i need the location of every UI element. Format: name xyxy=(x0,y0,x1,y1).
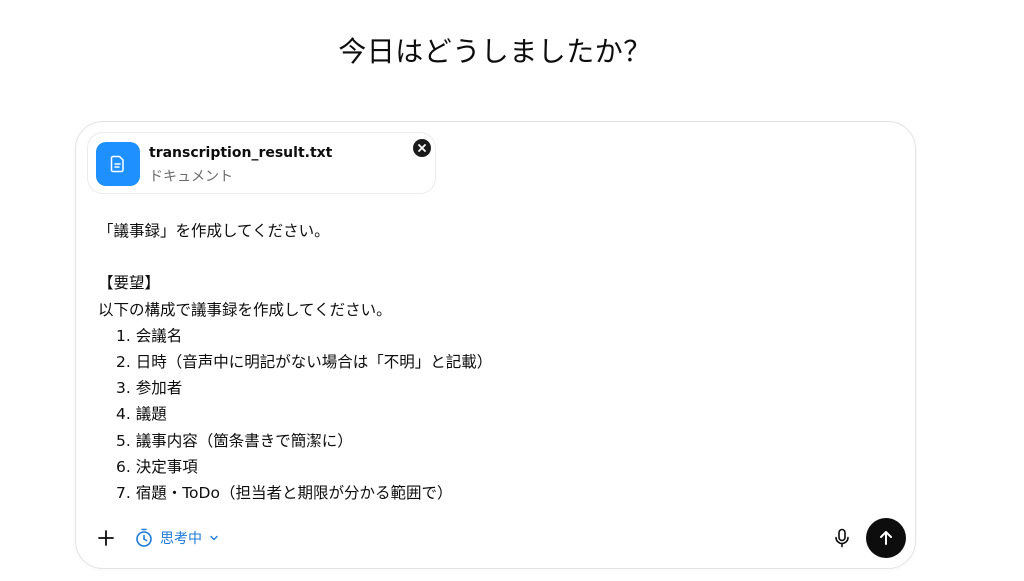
plus-icon xyxy=(98,530,114,546)
prompt-list-item: 2. 日時（音声中に明記がない場合は「不明」と記載） xyxy=(116,352,493,371)
prompt-list-item: 1. 会議名 xyxy=(116,326,183,345)
prompt-list-item: 7. 宿題・ToDo（担当者と期限が分かる範囲で） xyxy=(116,483,453,502)
arrow-up-icon xyxy=(880,531,892,545)
close-icon xyxy=(418,144,426,152)
prompt-list-item: 5. 議事内容（箇条書きで簡潔に） xyxy=(116,431,353,450)
file-attachment[interactable]: transcription_result.txt ドキュメント xyxy=(87,132,436,194)
thinking-mode-button[interactable]: 思考中 xyxy=(134,525,220,551)
timer-icon xyxy=(136,528,152,547)
send-button[interactable] xyxy=(866,518,906,558)
microphone-icon xyxy=(835,528,849,548)
document-icon xyxy=(96,142,140,186)
message-composer[interactable]: transcription_result.txt ドキュメント 「議事録」を作成… xyxy=(75,121,916,569)
attachment-file-name: transcription_result.txt xyxy=(149,145,333,161)
prompt-list-item: 3. 参加者 xyxy=(116,379,183,398)
chevron-down-icon xyxy=(210,535,218,541)
remove-attachment-button[interactable] xyxy=(413,139,431,157)
greeting-title: 今日はどうしましたか？ xyxy=(338,35,652,68)
prompt-line: 以下の構成で議事録を作成してください。 xyxy=(98,300,392,319)
prompt-input[interactable]: 「議事録」を作成してください。 【要望】 以下の構成で議事録を作成してください。… xyxy=(98,218,878,506)
composer-toolbar: 思考中 xyxy=(76,518,915,558)
prompt-list-item: 4. 議題 xyxy=(116,405,167,424)
prompt-line xyxy=(98,244,878,270)
thinking-mode-label: 思考中 xyxy=(160,531,202,547)
attachment-file-type: ドキュメント xyxy=(149,169,233,185)
microphone-button[interactable] xyxy=(830,526,854,550)
add-button[interactable] xyxy=(94,526,118,550)
chat-page: 今日はどうしましたか？ transcription_result.txt ドキュ… xyxy=(0,0,1024,581)
prompt-line: 「議事録」を作成してください。 xyxy=(98,222,330,240)
prompt-line: 【要望】 xyxy=(98,274,161,293)
prompt-list-item: 6. 決定事項 xyxy=(116,457,198,476)
